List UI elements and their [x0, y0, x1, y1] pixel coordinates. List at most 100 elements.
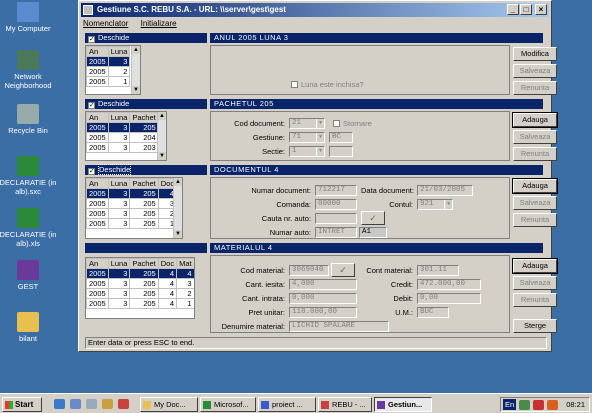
table-row[interactable]: 2005 3 205 3 — [86, 198, 178, 209]
check-icon[interactable]: ✓ — [331, 263, 355, 277]
sectie-select[interactable]: 1 ▼ — [289, 146, 325, 157]
task-rebu[interactable]: REBU - ... — [318, 397, 372, 412]
desktop-icon-declaratie-sxc[interactable]: DECLARATIE (in alb).sxc — [0, 156, 58, 196]
table-row[interactable]: 2005 2 — [86, 66, 131, 77]
scrollbar[interactable]: ▲ ▼ — [157, 112, 166, 160]
table-row[interactable]: 2005 3 205 — [86, 122, 159, 133]
deschide-checkbox[interactable]: ✓ — [88, 36, 95, 43]
deschide-checkbox[interactable]: ✓ — [88, 102, 95, 109]
table-row[interactable]: 2005 3 — [86, 56, 131, 67]
section1-header[interactable]: ✓ Deschide — [85, 33, 207, 43]
check-icon[interactable]: ✓ — [361, 211, 385, 225]
close-button[interactable]: × — [535, 4, 547, 15]
material-grid[interactable]: An Luna Pachet Doc Mat 2005 3 205 4 4 2005 3 205 4 3… — [85, 257, 195, 319]
renunta-button[interactable]: Renunta — [513, 81, 557, 95]
document-grid[interactable]: An Luna Pachet Doc 2005 3 205 4 2005 3 205 3 2005… — [85, 177, 183, 239]
contul-select[interactable]: 921 ▼ — [417, 199, 453, 210]
language-indicator[interactable]: En — [503, 399, 517, 410]
scroll-down-icon: ▼ — [132, 86, 140, 94]
folder-icon[interactable] — [102, 399, 113, 409]
luna-grid[interactable]: An Luna 2005 3 2005 2 2005 1 ▲ ▼ — [85, 45, 141, 95]
minimize-button[interactable]: _ — [507, 4, 519, 15]
ie-icon[interactable] — [54, 399, 65, 409]
renunta-button[interactable]: Renunta — [513, 293, 557, 307]
table-row[interactable]: 2005 1 — [86, 76, 131, 87]
pachet-grid[interactable]: An Luna Pachet 2005 3 205 2005 3 204 2005 3 203 … — [85, 111, 167, 161]
maximize-button[interactable]: □ — [520, 4, 532, 15]
salveaza-button[interactable]: Salveaza — [513, 276, 557, 290]
numar-auto-field[interactable]: INTRET — [315, 227, 357, 238]
salveaza-button[interactable]: Salveaza — [513, 130, 557, 144]
deschide-checkbox[interactable]: ✓ — [88, 168, 95, 175]
menu-initializare[interactable]: Initializare — [141, 19, 177, 28]
table-row[interactable]: 2005 3 203 — [86, 142, 159, 153]
credit-label: Credit: — [390, 280, 413, 289]
task-microsoft[interactable]: Microsof... — [200, 397, 256, 412]
gestiune-window: Gestiune S.C. REBU S.A. - URL: \\server\… — [78, 0, 558, 352]
cant-intrata-field[interactable]: 0,000 — [289, 293, 357, 304]
pret-unitar-field[interactable]: 118.000,00 — [289, 307, 357, 318]
stornare-checkbox[interactable]: Stornare — [333, 119, 372, 128]
numar-document-field[interactable]: 712217 — [315, 185, 357, 196]
renunta-button[interactable]: Renunta — [513, 213, 557, 227]
denumire-material-field[interactable]: LICHID SPALARE — [289, 321, 389, 332]
adauga-button[interactable]: Adauga — [512, 178, 558, 194]
section2-header[interactable]: ✓ Deschide — [85, 99, 207, 109]
cod-document-select[interactable]: 21 ▼ — [289, 118, 325, 129]
antivirus-icon[interactable] — [533, 400, 544, 410]
table-row[interactable]: 2005 3 204 — [86, 132, 159, 143]
gestiune-select[interactable]: 71 ▼ — [289, 132, 325, 143]
table-row[interactable]: 2005 3 205 1 — [86, 218, 178, 229]
sterge-button[interactable]: Sterge — [513, 319, 557, 333]
adauga-button[interactable]: Adauga — [512, 112, 558, 128]
window-title: Gestiune S.C. REBU S.A. - URL: \\server\… — [97, 5, 286, 14]
table-row[interactable]: 2005 3 205 4 3 — [86, 278, 194, 289]
task-proiect[interactable]: proiect ... — [258, 397, 316, 412]
desktop-icon[interactable] — [86, 399, 97, 409]
table-row[interactable]: 2005 3 205 4 2 — [86, 288, 194, 299]
luna-inchisa-checkbox[interactable]: Luna este inchisa? — [291, 80, 364, 89]
desktop-icon-declaratie-xls[interactable]: DECLARATIE (in alb).xls — [0, 208, 58, 248]
desktop-icon-network[interactable]: Network Neighborhood — [0, 50, 58, 90]
table-row[interactable]: 2005 3 205 4 1 — [86, 298, 194, 309]
renunta-button[interactable]: Renunta — [513, 147, 557, 161]
desktop-icon-recycle-bin[interactable]: Recycle Bin — [0, 104, 58, 135]
section3-header[interactable]: ✓ Deschide — [85, 164, 207, 175]
cant-iesita-field[interactable]: 4,000 — [289, 279, 357, 290]
um-field[interactable]: BUC — [417, 307, 449, 318]
app-icon[interactable] — [118, 399, 129, 409]
adauga-button[interactable]: Adauga — [512, 258, 558, 274]
cont-material-field[interactable]: 301.11 — [417, 265, 459, 276]
clock[interactable]: 08:21 — [566, 398, 585, 411]
data-document-field[interactable]: 21/03/2005 — [417, 185, 473, 196]
table-row[interactable]: 2005 3 205 2 — [86, 208, 178, 219]
section2-title: PACHETUL 205 — [210, 99, 543, 109]
cauta-nr-auto-field[interactable] — [315, 213, 357, 224]
app-icon — [83, 5, 93, 15]
salveaza-button[interactable]: Salveaza — [513, 196, 557, 210]
salveaza-button[interactable]: Salveaza — [513, 64, 557, 78]
table-row[interactable]: 2005 3 205 4 — [86, 188, 178, 199]
section3-title: DOCUMENTUL 4 — [210, 165, 543, 175]
network-icon[interactable] — [519, 400, 530, 410]
desktop-icon-gest[interactable]: GEST — [0, 260, 58, 291]
gest-app-icon — [377, 401, 385, 409]
start-button[interactable]: Start — [2, 397, 42, 412]
desktop-icon-my-computer[interactable]: My Computer — [0, 2, 58, 33]
scrollbar[interactable]: ▲ ▼ — [173, 178, 182, 238]
tray-app-icon[interactable] — [547, 400, 558, 410]
table-row[interactable]: 2005 3 205 4 4 — [86, 268, 194, 279]
task-my-documents[interactable]: My Doc... — [140, 397, 198, 412]
task-gestiune[interactable]: Gestiun... — [374, 397, 432, 412]
title-bar[interactable]: Gestiune S.C. REBU S.A. - URL: \\server\… — [81, 3, 549, 17]
menu-nomenclator[interactable]: Nomenclator — [83, 19, 128, 28]
credit-field[interactable]: 472.000,00 — [417, 279, 481, 290]
scrollbar[interactable]: ▲ ▼ — [131, 46, 140, 94]
chevron-down-icon: ▼ — [316, 119, 324, 128]
desktop-icon-bilant[interactable]: bilant — [0, 312, 58, 343]
debit-field[interactable]: 0,00 — [417, 293, 481, 304]
comanda-field[interactable]: 00000 — [315, 199, 357, 210]
outlook-icon[interactable] — [70, 399, 81, 409]
modifica-button[interactable]: Modifica — [513, 47, 557, 61]
cod-material-field[interactable]: 3069040 — [289, 265, 329, 276]
